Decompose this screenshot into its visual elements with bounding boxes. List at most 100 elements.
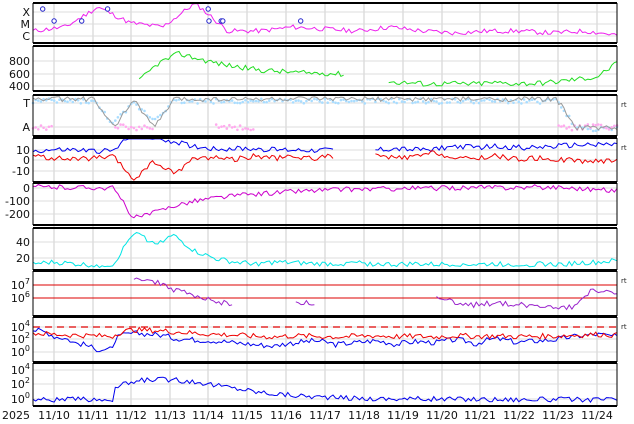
imf-polarity-series-1-dot: [116, 126, 120, 130]
imf-polarity-series-0-dot: [594, 129, 598, 132]
x-tick-label-12: 11/22: [503, 409, 535, 422]
imf-polarity-series-0-dot: [448, 101, 452, 104]
imf-polarity-series-1-dot: [562, 124, 566, 127]
imf-polarity-series-0-dot: [183, 101, 186, 104]
imf-polarity-series-0-dot: [305, 99, 308, 103]
imf-polarity-series-1-dot: [50, 124, 53, 128]
flare-marker-8: [298, 18, 304, 24]
imf-polarity-series-1-dot: [140, 127, 144, 131]
imf-polarity-series-1-dot: [119, 123, 122, 126]
imf-polarity-series-1-dot: [148, 127, 152, 130]
panel-proton-flux-high: 104102100: [11, 362, 618, 407]
x-tick-label-9: 11/19: [387, 409, 419, 422]
imf-polarity-series-0-dot: [352, 99, 356, 103]
proton-flux-y-tick-label: 100: [11, 344, 30, 359]
imf-polarity-series-0-dot: [222, 100, 226, 104]
imf-bt-bz-right-label: rt: [621, 144, 627, 152]
imf-polarity-series-0-dot: [299, 100, 303, 103]
solar-wind-speed-y-tick-label: 400: [9, 80, 30, 93]
geomagnetic-cyan-y-tick-label: 40: [16, 236, 30, 249]
imf-polarity-series-0-dot: [334, 101, 337, 105]
imf-polarity-series-0-dot: [230, 99, 234, 102]
imf-polarity-series-0-dot: [477, 101, 481, 105]
imf-polarity-series-0-dot: [488, 98, 491, 102]
imf-polarity-series-1-dot: [124, 125, 128, 129]
x-tick-label-5: 11/15: [231, 409, 263, 422]
imf-polarity-series-0-dot: [71, 100, 75, 104]
imf-polarity-series-1-dot: [560, 125, 563, 128]
imf-polarity-series-1-dot: [238, 124, 242, 127]
imf-polarity-series-0-dot: [244, 99, 247, 102]
imf-polarity-series-0-dot: [326, 101, 330, 104]
imf-polarity-series-1-dot: [236, 128, 239, 132]
imf-polarity-series-0-dot: [339, 98, 343, 102]
imf-polarity-series-0-dot: [294, 99, 298, 102]
imf-polarity-series-0-dot: [151, 117, 154, 121]
imf-polarity-series-0-dot: [50, 98, 53, 102]
electron-flux-right-label: rt: [621, 277, 627, 285]
imf-polarity-series-0-dot: [238, 101, 242, 105]
imf-polarity-series-0-dot: [153, 117, 157, 121]
imf-polarity-series-1-dot: [145, 126, 149, 129]
imf-polarity-series-1-dot: [570, 128, 574, 132]
proton-flux-right-label: rt: [621, 323, 627, 331]
imf-polarity-series-0-dot: [323, 97, 327, 101]
imf-polarity-series-1-dot: [127, 127, 130, 131]
imf-polarity-series-0-dot: [350, 99, 353, 103]
imf-polarity-series-1-dot: [613, 124, 616, 128]
imf-polarity-series-1-dot: [151, 127, 154, 131]
imf-polarity-series-0-dot: [363, 102, 367, 105]
imf-polarity-series-1-dot: [244, 127, 247, 130]
imf-polarity-series-0-dot: [400, 100, 404, 103]
x-tick-label-1: 11/11: [77, 409, 109, 422]
imf-polarity-series-1-dot: [233, 125, 236, 129]
imf-polarity-series-0-dot: [196, 102, 199, 105]
x-tick-label-8: 11/18: [348, 409, 380, 422]
imf-polarity-series-0-dot: [291, 101, 295, 104]
imf-polarity-series-0-dot: [416, 100, 420, 104]
imf-polarity-series-0-dot: [233, 101, 236, 105]
electron-flux-series-0-line: [133, 277, 618, 311]
imf-polarity-series-1-dot: [42, 126, 45, 129]
imf-polarity-series-0-dot: [156, 115, 160, 119]
imf-polarity-series-0-dot: [530, 98, 534, 101]
x-tick-label-13: 11/23: [542, 409, 574, 422]
imf-polarity-series-1-dot: [220, 125, 223, 128]
x-tick-label-2: 11/12: [115, 409, 147, 422]
panel-imf-bt-bz: 100-10rt: [12, 137, 627, 183]
flare-marker-5: [206, 18, 212, 24]
imf-polarity-series-0-dot: [392, 100, 396, 104]
imf-polarity-series-0-dot: [459, 101, 462, 105]
imf-polarity-series-1-dot: [241, 128, 244, 131]
flare-marker-7: [220, 18, 226, 24]
imf-polarity-series-0-dot: [440, 101, 444, 105]
panel-xray-flux: XMC: [21, 2, 618, 44]
xray-flux-y-tick-label: C: [22, 30, 30, 43]
x-axis-year-label: 2025: [2, 409, 30, 422]
imf-polarity-series-0-dot: [254, 99, 258, 103]
imf-polarity-series-0-dot: [403, 100, 406, 104]
imf-polarity-right-label: rt: [621, 101, 627, 109]
imf-polarity-series-0-dot: [490, 100, 494, 103]
imf-polarity-series-0-dot: [143, 109, 146, 113]
imf-polarity-series-0-dot: [37, 99, 40, 102]
imf-polarity-series-1-dot: [122, 123, 125, 126]
imf-polarity-series-0-dot: [435, 100, 438, 103]
imf-polarity-series-0-dot: [347, 100, 351, 104]
imf-polarity-series-1-dot: [567, 125, 571, 129]
imf-polarity-series-0-dot: [437, 102, 441, 105]
imf-polarity-series-0-dot: [411, 101, 414, 105]
imf-polarity-series-1-dot: [222, 124, 226, 128]
imf-polarity-series-0-dot: [87, 101, 90, 105]
imf-bt-bz-y-tick-label: -10: [12, 165, 30, 178]
imf-polarity-series-0-dot: [116, 116, 120, 119]
imf-polarity-series-1-dot: [137, 125, 141, 129]
imf-polarity-series-0-dot: [560, 106, 563, 109]
imf-polarity-series-0-dot: [512, 101, 515, 104]
imf-polarity-series-0-dot: [297, 99, 300, 102]
imf-polarity-series-0-dot: [321, 101, 324, 104]
imf-polarity-series-0-dot: [66, 100, 69, 104]
imf-polarity-series-1-dot: [39, 124, 43, 127]
imf-polarity-series-1-dot: [114, 126, 117, 129]
x-tick-label-10: 11/20: [426, 409, 458, 422]
